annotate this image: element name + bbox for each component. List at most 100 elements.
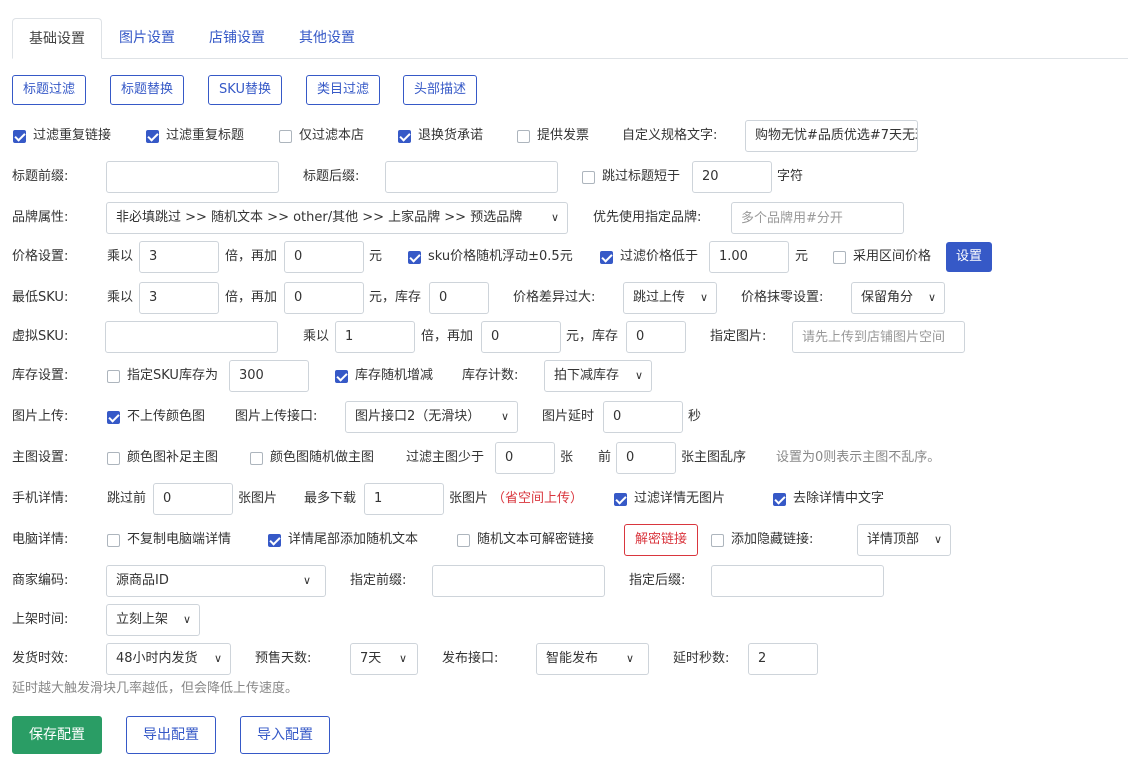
price-diff-select[interactable]: 跳过上传 ∨ <box>623 282 717 314</box>
listing-time-select[interactable]: 立刻上架 ∨ <box>106 604 200 636</box>
random-stock-checkbox[interactable] <box>335 370 348 383</box>
brand-row: 品牌属性: 非必填跳过 >> 随机文本 >> other/其他 >> 上家品牌 … <box>0 202 1140 234</box>
brand-attr-select[interactable]: 非必填跳过 >> 随机文本 >> other/其他 >> 上家品牌 >> 预选品… <box>106 202 568 234</box>
tab-other-settings[interactable]: 其他设置 <box>282 18 372 59</box>
custom-spec-input[interactable]: 购物无忧#品质优选#7天无理由退换 <box>745 120 918 152</box>
no-copy-pc-checkbox[interactable] <box>107 534 120 547</box>
fixed-stock-input[interactable]: 300 <box>229 360 309 392</box>
range-price-settings-button[interactable]: 设置 <box>946 242 992 272</box>
filter-dup-title-label: 过滤重复标题 <box>166 128 245 143</box>
hidden-link-checkbox[interactable] <box>711 534 724 547</box>
filter-low-price-input[interactable]: 1.00 <box>709 241 789 273</box>
main-image-label: 主图设置: <box>12 450 69 465</box>
presale-days-select[interactable]: 7天 ∨ <box>350 643 418 675</box>
filter-own-store-checkbox[interactable] <box>279 130 292 143</box>
fixed-stock-label: 指定SKU库存为 <box>127 368 218 383</box>
random-main-image-checkbox[interactable] <box>250 452 263 465</box>
sku-price-float-checkbox[interactable] <box>408 251 421 264</box>
shipping-row: 发货时效: 48小时内发货 ∨ 预售天数: 7天 ∨ 发布接口: 智能发布 ∨ … <box>0 643 1140 675</box>
skip-short-title-label: 跳过标题短于 <box>602 169 681 184</box>
main-image-row: 主图设置: 颜色图补足主图 颜色图随机做主图 过滤主图少于 0 张 前 0 张主… <box>0 442 1140 474</box>
min-sku-multiply-input[interactable]: 3 <box>139 282 219 314</box>
import-config-button[interactable]: 导入配置 <box>240 716 330 754</box>
header-desc-button[interactable]: 头部描述 <box>403 75 477 105</box>
chars-unit: 字符 <box>777 169 804 184</box>
export-config-button[interactable]: 导出配置 <box>126 716 216 754</box>
price-multiply-input[interactable]: 3 <box>139 241 219 273</box>
hidden-link-position-select[interactable]: 详情顶部 ∨ <box>857 524 951 556</box>
invoice-checkbox[interactable] <box>517 130 530 143</box>
decryptable-link-checkbox[interactable] <box>457 534 470 547</box>
image-api-value: 图片接口2（无滑块） <box>355 409 481 424</box>
no-color-image-checkbox[interactable] <box>107 411 120 424</box>
stock-row: 库存设置: 指定SKU库存为 300 库存随机增减 库存计数: 拍下减库存 ∨ <box>0 360 1140 392</box>
publish-api-select[interactable]: 智能发布 ∨ <box>536 643 649 675</box>
tab-store-settings[interactable]: 店铺设置 <box>192 18 282 59</box>
random-main-image-label: 颜色图随机做主图 <box>270 450 375 465</box>
filter-dup-link-checkbox[interactable] <box>13 130 26 143</box>
title-prefix-input[interactable] <box>106 161 279 193</box>
delay-seconds-label: 延时秒数: <box>673 651 730 666</box>
tail-random-text-checkbox[interactable] <box>268 534 281 547</box>
sku-replace-button[interactable]: SKU替换 <box>208 75 282 105</box>
remove-text-checkbox[interactable] <box>773 493 786 506</box>
virtual-sku-label: 虚拟SKU: <box>12 329 69 344</box>
tab-bar: 基础设置 图片设置 店铺设置 其他设置 <box>12 18 1128 59</box>
skip-first-input[interactable]: 0 <box>153 483 233 515</box>
merchant-code-value: 源商品ID <box>116 573 169 588</box>
merchant-code-select[interactable]: 源商品ID ∨ <box>106 565 326 597</box>
price-add-input[interactable]: 0 <box>284 241 364 273</box>
shuffle-hint: 设置为0则表示主图不乱序。 <box>776 450 941 465</box>
price-settings-label: 价格设置: <box>12 249 69 264</box>
save-config-button[interactable]: 保存配置 <box>12 716 102 754</box>
filter-main-less-input[interactable]: 0 <box>495 442 555 474</box>
assign-image-input[interactable] <box>792 321 965 353</box>
shipping-time-select[interactable]: 48小时内发货 ∨ <box>106 643 231 675</box>
virtual-sku-multiply-input[interactable]: 1 <box>335 321 415 353</box>
category-filter-button[interactable]: 类目过滤 <box>306 75 380 105</box>
image-delay-input[interactable]: 0 <box>603 401 683 433</box>
presale-days-value: 7天 <box>360 651 382 666</box>
tab-image-settings[interactable]: 图片设置 <box>102 18 192 59</box>
merchant-code-label: 商家编码: <box>12 573 69 588</box>
skip-short-title-input[interactable]: 20 <box>692 161 772 193</box>
fill-main-image-checkbox[interactable] <box>107 452 120 465</box>
title-affix-row: 标题前缀: 标题后缀: 跳过标题短于 20 字符 <box>0 161 1140 193</box>
random-stock-label: 库存随机增减 <box>355 368 434 383</box>
min-sku-stock-input[interactable]: 0 <box>429 282 489 314</box>
max-download-input[interactable]: 1 <box>364 483 444 515</box>
mobile-detail-row: 手机详情: 跳过前 0 张图片 最多下载 1 张图片 （省空间上传） 过滤详情无… <box>0 483 1140 515</box>
fixed-stock-checkbox[interactable] <box>107 370 120 383</box>
delay-hint: 延时越大触发滑块几率越低，但会降低上传速度。 <box>12 681 299 696</box>
range-price-label: 采用区间价格 <box>853 249 932 264</box>
image-api-select[interactable]: 图片接口2（无滑块） ∨ <box>345 401 518 433</box>
tab-basic-settings[interactable]: 基础设置 <box>12 18 102 59</box>
filter-no-image-checkbox[interactable] <box>614 493 627 506</box>
min-sku-add-input[interactable]: 0 <box>284 282 364 314</box>
decrypt-link-button[interactable]: 解密链接 <box>624 524 698 556</box>
delay-seconds-input[interactable]: 2 <box>748 643 818 675</box>
merchant-code-row: 商家编码: 源商品ID ∨ 指定前缀: 指定后缀: <box>0 565 1140 597</box>
return-promise-checkbox[interactable] <box>398 130 411 143</box>
shuffle-first-input[interactable]: 0 <box>616 442 676 474</box>
title-suffix-label: 标题后缀: <box>303 169 360 184</box>
custom-spec-label: 自定义规格文字: <box>622 128 718 143</box>
price-round-select[interactable]: 保留角分 ∨ <box>851 282 945 314</box>
code-suffix-input[interactable] <box>711 565 884 597</box>
virtual-sku-add-input[interactable]: 0 <box>481 321 561 353</box>
sku-price-float-label: sku价格随机浮动±0.5元 <box>428 249 573 264</box>
filter-low-price-checkbox[interactable] <box>600 251 613 264</box>
virtual-sku-stock-input[interactable]: 0 <box>626 321 686 353</box>
skip-short-title-checkbox[interactable] <box>582 171 595 184</box>
title-replace-button[interactable]: 标题替换 <box>110 75 184 105</box>
virtual-sku-input[interactable] <box>105 321 278 353</box>
filter-dup-title-checkbox[interactable] <box>146 130 159 143</box>
title-suffix-input[interactable] <box>385 161 558 193</box>
yuan-unit-2: 元 <box>795 249 809 264</box>
preferred-brand-input[interactable] <box>731 202 904 234</box>
range-price-checkbox[interactable] <box>833 251 846 264</box>
tail-random-text-label: 详情尾部添加随机文本 <box>288 532 419 547</box>
code-prefix-input[interactable] <box>432 565 605 597</box>
stock-count-select[interactable]: 拍下减库存 ∨ <box>544 360 652 392</box>
title-filter-button[interactable]: 标题过滤 <box>12 75 86 105</box>
